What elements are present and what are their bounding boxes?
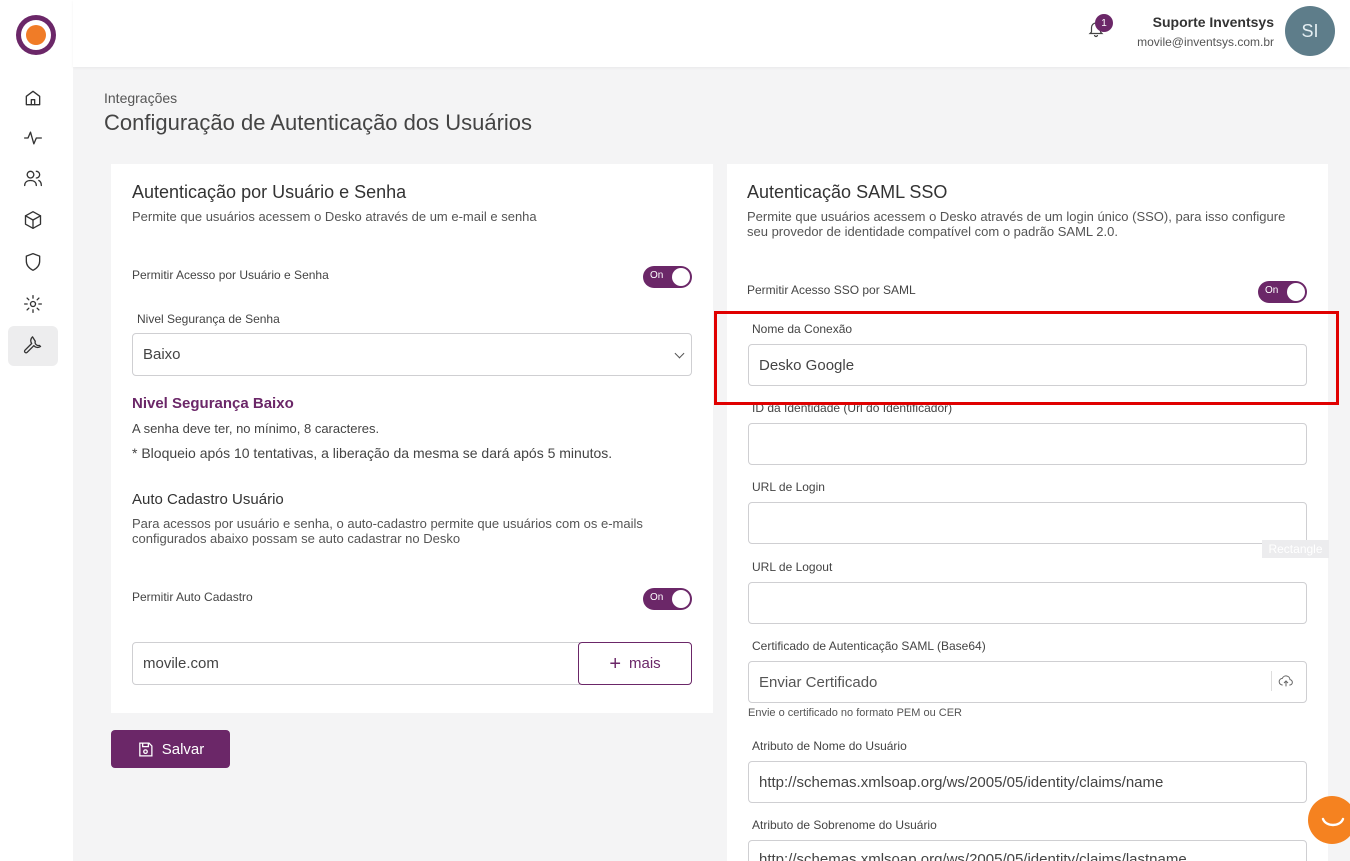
toggle-knob [1287,283,1305,301]
security-level-value: Baixo [143,346,181,363]
upload-cloud-icon[interactable] [1278,673,1294,689]
allow-saml-toggle[interactable]: On [1258,281,1307,303]
users-icon [24,170,42,187]
activity-icon [24,131,42,145]
security-level-title: Nivel Segurança Baixo [132,395,294,412]
sidebar-item-home[interactable] [8,78,58,118]
certificate-placeholder: Enviar Certificado [759,673,878,691]
auto-register-label: Permitir Auto Cadastro [132,590,253,604]
allow-password-toggle[interactable]: On [643,266,692,288]
password-auth-description: Permite que usuários acessem o Desko atr… [132,209,537,224]
auto-register-toggle[interactable]: On [643,588,692,610]
auto-register-description: Para acessos por usuário e senha, o auto… [132,516,643,546]
security-level-rule: A senha deve ter, no mínimo, 8 caractere… [132,421,380,436]
security-level-select[interactable]: Baixo [132,333,692,376]
chevron-down-icon [674,348,685,359]
plus-icon: + [609,652,621,675]
logout-url-input[interactable] [748,582,1307,624]
app-logo[interactable] [16,15,56,55]
wrench-icon [23,336,42,354]
user-email: movile@inventsys.com.br [1137,35,1274,49]
username-attr-label: Atributo de Nome do Usuário [752,739,907,753]
rectangle-tooltip: Rectangle [1262,540,1329,558]
save-label: Salvar [161,740,205,758]
sidebar [0,0,73,861]
shield-icon [25,253,41,271]
box-icon [24,211,42,229]
toggle-knob [672,590,690,608]
certificate-hint: Envie o certificado no formato PEM ou CE… [748,707,962,719]
save-button[interactable]: Salvar [111,730,230,768]
saml-auth-card: Autenticação SAML SSO Permite que usuári… [727,164,1328,861]
domain-input[interactable]: movile.com [132,642,580,685]
notification-badge: 1 [1095,14,1113,32]
toggle-state: On [1265,285,1279,296]
chat-smile-icon [1321,817,1345,827]
add-domain-button[interactable]: + mais [578,642,692,685]
toggle-state: On [650,270,664,281]
domain-value: movile.com [143,655,219,672]
highlight-rectangle [714,311,1339,405]
sidebar-item-integrations[interactable] [8,326,58,366]
home-icon [25,90,41,106]
lastname-attr-value: http://schemas.xmlsoap.org/ws/2005/05/id… [759,851,1187,861]
saml-description: Permite que usuários acessem o Desko atr… [747,209,1286,239]
allow-password-label: Permitir Acesso por Usuário e Senha [132,268,329,282]
gear-icon [24,295,42,313]
topbar: 1 Suporte Inventsys movile@inventsys.com… [73,0,1350,67]
security-level-label: Nivel Segurança de Senha [137,312,280,326]
identity-id-input[interactable] [748,423,1307,465]
upload-divider [1271,671,1272,691]
page-title: Configuração de Autenticação dos Usuário… [104,110,533,135]
auto-register-title: Auto Cadastro Usuário [132,491,284,508]
sidebar-item-activity[interactable] [8,118,58,158]
security-level-lockout: * Bloqueio após 10 tentativas, a liberaç… [132,445,613,461]
username-attr-value: http://schemas.xmlsoap.org/ws/2005/05/id… [759,773,1164,791]
login-url-label: URL de Login [752,480,825,494]
user-name: Suporte Inventsys [1152,14,1274,30]
sidebar-item-box[interactable] [8,200,58,240]
lastname-attr-input[interactable]: http://schemas.xmlsoap.org/ws/2005/05/id… [748,840,1307,861]
certificate-upload[interactable]: Enviar Certificado [748,661,1307,703]
add-domain-label: mais [629,655,661,672]
sidebar-item-users[interactable] [8,158,58,198]
breadcrumb[interactable]: Integrações [104,90,177,106]
saml-title: Autenticação SAML SSO [747,182,948,202]
password-auth-title: Autenticação por Usuário e Senha [132,182,407,202]
toggle-knob [672,268,690,286]
logo-dot [26,25,46,45]
username-attr-input[interactable]: http://schemas.xmlsoap.org/ws/2005/05/id… [748,761,1307,803]
login-url-input[interactable] [748,502,1307,544]
logout-url-label: URL de Logout [752,560,833,574]
allow-saml-label: Permitir Acesso SSO por SAML [747,283,916,297]
avatar[interactable]: SI [1285,6,1335,56]
save-icon [138,741,153,757]
chat-widget-button[interactable] [1308,796,1350,844]
sidebar-item-settings[interactable] [8,284,58,324]
toggle-state: On [650,592,664,603]
password-auth-card: Autenticação por Usuário e Senha Permite… [111,164,713,713]
certificate-label: Certificado de Autenticação SAML (Base64… [752,639,986,653]
sidebar-item-shield[interactable] [8,242,58,282]
lastname-attr-label: Atributo de Sobrenome do Usuário [752,818,937,832]
